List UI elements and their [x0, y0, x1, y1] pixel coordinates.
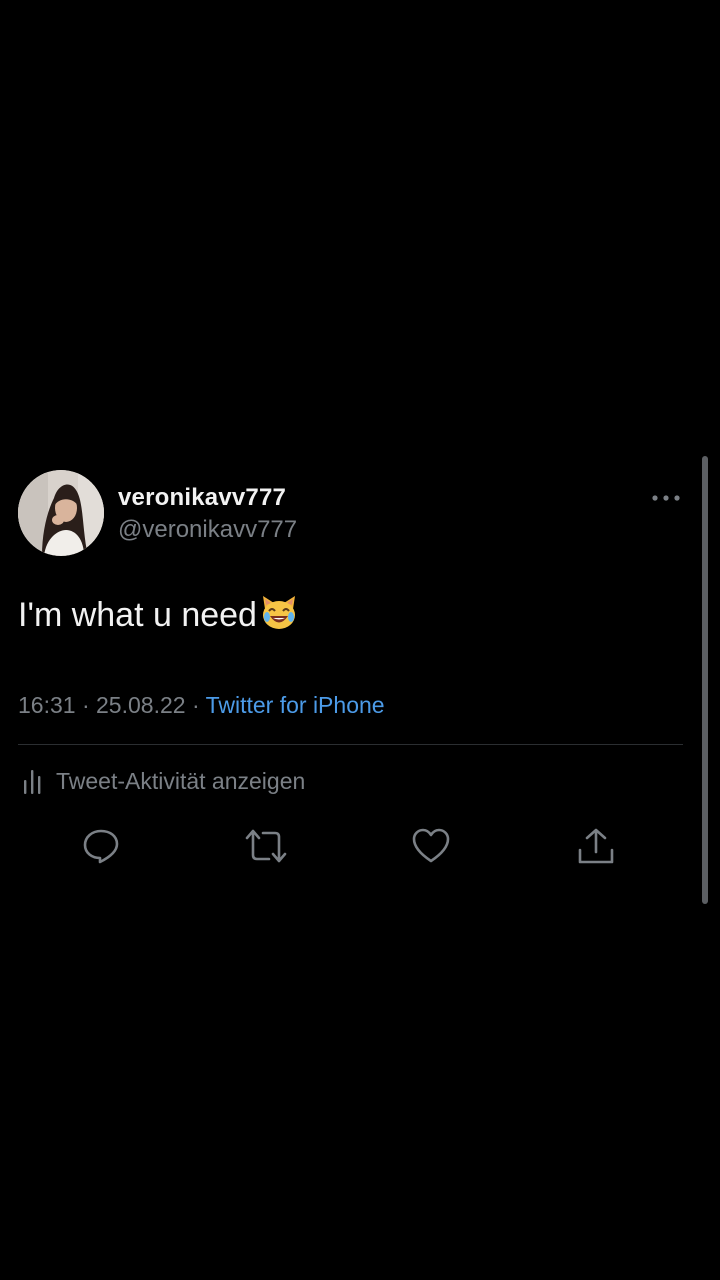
tweet-activity-label: Tweet-Aktivität anzeigen	[56, 767, 306, 794]
reply-button[interactable]	[79, 826, 123, 870]
tweet-text: I'm what u need	[18, 593, 299, 635]
meta-separator: ·	[81, 692, 90, 718]
user-handle[interactable]: @veronikavv777	[118, 516, 297, 544]
divider	[18, 744, 683, 745]
tweet-actions	[0, 826, 720, 870]
tweet-source-link[interactable]: Twitter for iPhone	[206, 692, 385, 718]
tweet-time: 16:31	[18, 692, 76, 718]
scrollbar[interactable]	[702, 456, 708, 904]
tweet-detail: veronikavv777 @veronikavv777 I'm what u …	[0, 0, 720, 1280]
heart-icon	[411, 827, 451, 870]
retweet-button[interactable]	[244, 826, 288, 870]
reply-icon	[82, 827, 120, 870]
like-button[interactable]	[409, 826, 453, 870]
tweet-meta: 16:31 · 25.08.22 · Twitter for iPhone	[18, 692, 385, 719]
more-options-icon[interactable]	[648, 484, 684, 512]
bar-chart-icon	[22, 766, 44, 796]
meta-separator-2: ·	[191, 692, 200, 718]
avatar-photo	[18, 470, 104, 556]
avatar[interactable]	[18, 470, 104, 556]
share-button[interactable]	[574, 826, 618, 870]
tweet-date: 25.08.22	[96, 692, 186, 718]
retweet-icon	[244, 827, 288, 870]
display-name[interactable]: veronikavv777	[118, 484, 286, 512]
tweet-activity-link[interactable]: Tweet-Aktivität anzeigen	[22, 765, 305, 797]
tweet-text-content: I'm what u need	[18, 596, 257, 634]
share-icon	[576, 826, 616, 871]
cat-with-tears-of-joy-icon	[259, 593, 299, 633]
